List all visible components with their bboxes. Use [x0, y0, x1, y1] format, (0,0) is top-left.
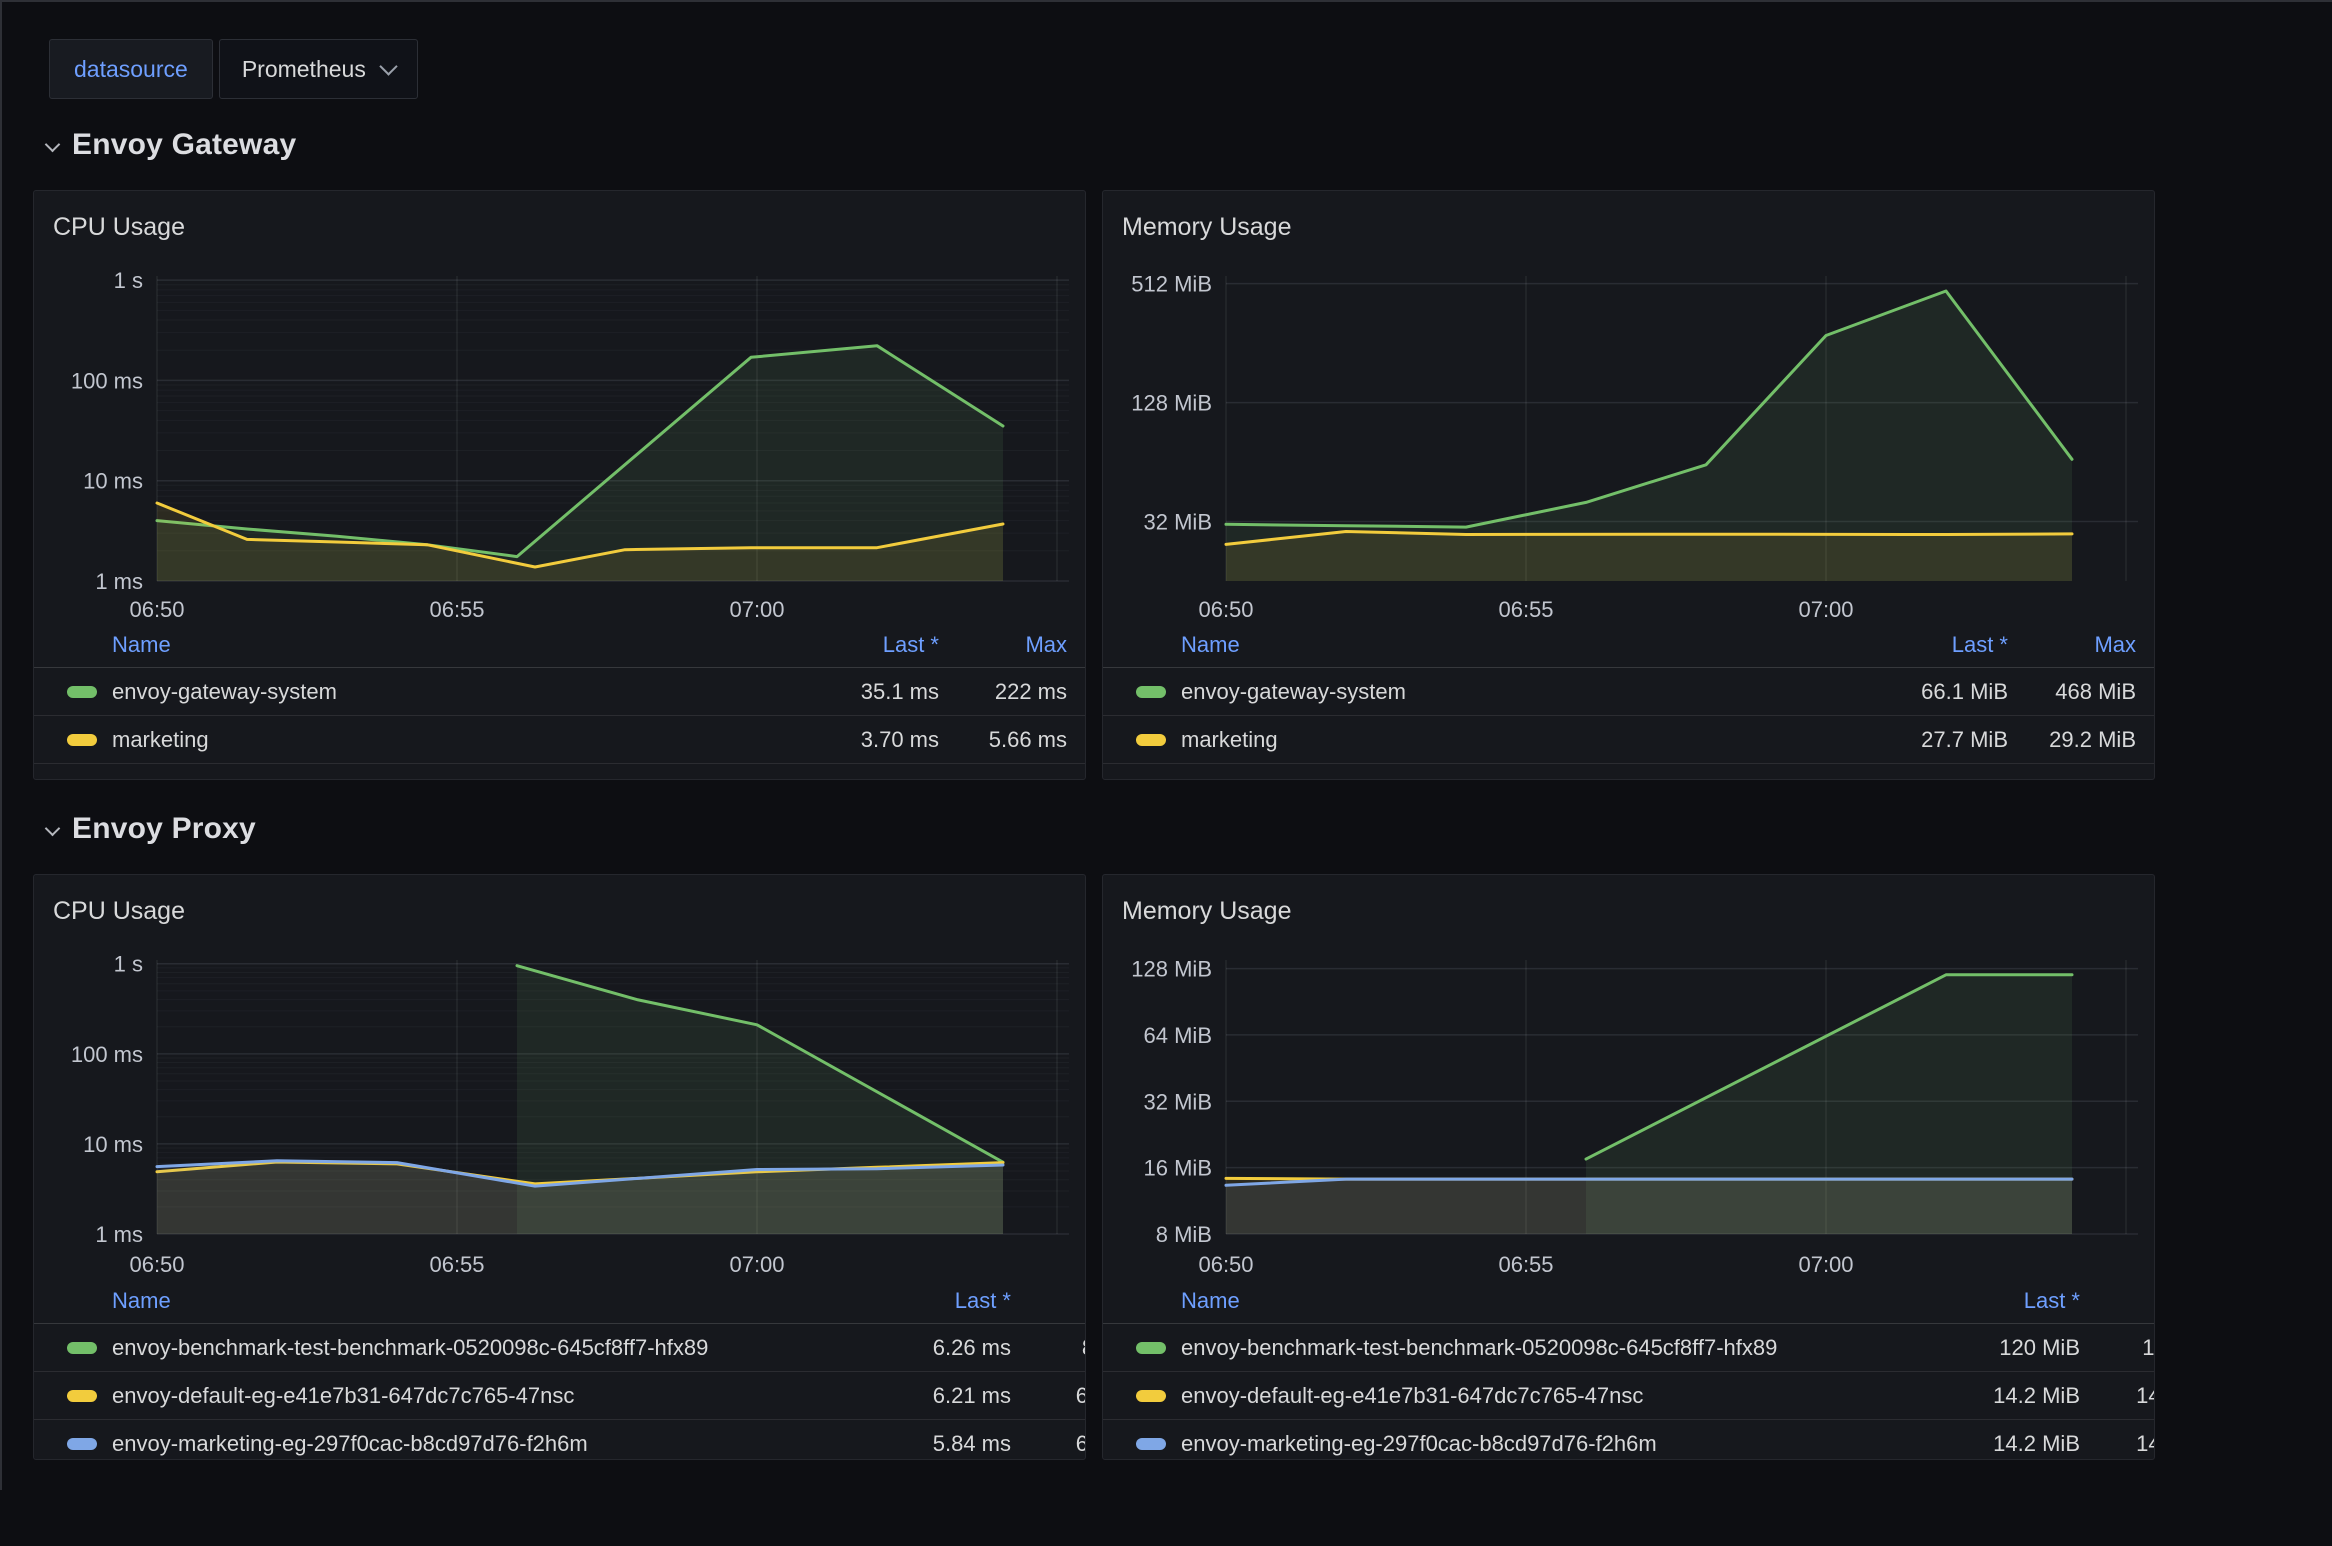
collapse-chevron-icon: [45, 820, 61, 836]
y-axis-tick-label: 128 MiB: [1131, 957, 1212, 982]
series-max-value: 5.66 ms: [34, 727, 1067, 753]
x-axis-tick-label: 07:00: [1798, 597, 1853, 622]
datasource-picker[interactable]: Prometheus: [219, 39, 418, 99]
legend-row: envoy-default-eg-e41e7b31-647dc7c765-47n…: [34, 1372, 1086, 1420]
legend-row: marketing3.70 ms5.66 ms: [34, 716, 1086, 764]
panel-title[interactable]: CPU Usage: [53, 213, 185, 242]
series-max-value: 120 MiB: [1103, 1335, 2155, 1361]
x-axis-tick-label: 06:55: [429, 1252, 484, 1277]
chevron-down-icon: [379, 57, 397, 75]
legend-header: NameLast *Max: [34, 623, 1086, 668]
panel-title[interactable]: Memory Usage: [1122, 897, 1292, 926]
series-max-value: 860 ms: [34, 1335, 1086, 1361]
y-axis-tick-label: 1 ms: [95, 569, 143, 594]
legend: NameLast *Maxenvoy-gateway-system35.1 ms…: [34, 623, 1086, 764]
legend-row: envoy-benchmark-test-benchmark-0520098c-…: [34, 1324, 1086, 1372]
legend: NameLast *Maxenvoy-benchmark-test-benchm…: [1103, 1279, 2155, 1460]
x-axis-tick-label: 06:50: [129, 597, 184, 622]
series-max-value: 468 MiB: [1103, 679, 2136, 705]
section-title: Envoy Gateway: [72, 128, 296, 162]
y-axis-tick-label: 100 ms: [71, 368, 143, 393]
panel-proxy-cpu-usage: 06:50 06:55 07:00 1 ms 10 ms 100 ms 1 s CPU Us…: [33, 874, 1086, 1460]
y-axis-tick-label: 512 MiB: [1131, 272, 1212, 297]
y-axis-tick-label: 10 ms: [83, 469, 143, 494]
section-header-envoy-proxy[interactable]: Envoy Proxy: [47, 812, 256, 846]
legend-header: NameLast *Max: [1103, 623, 2155, 668]
legend-row: marketing27.7 MiB29.2 MiB: [1103, 716, 2155, 764]
collapse-chevron-icon: [45, 136, 61, 152]
x-axis-tick-label: 06:50: [1198, 1252, 1253, 1277]
series-area-yellow: [1226, 532, 2072, 582]
legend-row: envoy-marketing-eg-297f0cac-b8cd97d76-f2…: [1103, 1420, 2155, 1460]
x-axis-tick-label: 06:50: [1198, 597, 1253, 622]
y-axis-tick-label: 64 MiB: [1144, 1023, 1212, 1048]
series-area-blue: [1226, 1179, 2072, 1234]
y-axis-tick-label: 10 ms: [83, 1132, 143, 1157]
series-max-value: 222 ms: [34, 679, 1067, 705]
legend-header: NameLast *Max: [34, 1279, 1086, 1324]
x-axis-tick-label: 06:55: [1498, 1252, 1553, 1277]
x-axis-tick-label: 06:55: [429, 597, 484, 622]
panel-title[interactable]: Memory Usage: [1122, 213, 1292, 242]
y-axis-tick-label: 8 MiB: [1156, 1222, 1212, 1247]
y-axis-tick-label: 100 ms: [71, 1042, 143, 1067]
y-axis-tick-label: 32 MiB: [1144, 1089, 1212, 1114]
section-header-envoy-gateway[interactable]: Envoy Gateway: [47, 128, 296, 162]
series-max-value: 6.27 ms: [34, 1383, 1086, 1409]
legend-row: envoy-gateway-system35.1 ms222 ms: [34, 668, 1086, 716]
x-axis-tick-label: 07:00: [729, 597, 784, 622]
legend-col-max[interactable]: Max: [34, 632, 1067, 658]
x-axis-tick-label: 06:50: [129, 1252, 184, 1277]
series-max-value: 14.2 MiB: [1103, 1383, 2155, 1409]
panel-gateway-memory-usage: 06:50 06:55 07:00 32 MiB 128 MiB 512 MiB Memo…: [1102, 190, 2155, 780]
legend-col-max[interactable]: Max: [1103, 632, 2136, 658]
legend-col-max[interactable]: Max: [34, 1288, 1086, 1314]
legend-row: envoy-marketing-eg-297f0cac-b8cd97d76-f2…: [34, 1420, 1086, 1460]
series-max-value: 29.2 MiB: [1103, 727, 2136, 753]
legend: NameLast *Maxenvoy-gateway-system66.1 Mi…: [1103, 623, 2155, 764]
panel-proxy-memory-usage: 06:50 06:55 07:00 8 MiB 16 MiB 32 MiB 64 MiB 12…: [1102, 874, 2155, 1460]
y-axis-tick-label: 1 s: [114, 268, 143, 293]
series-max-value: 6.32 ms: [34, 1431, 1086, 1457]
panel-title[interactable]: CPU Usage: [53, 897, 185, 926]
legend: NameLast *Maxenvoy-benchmark-test-benchm…: [34, 1279, 1086, 1460]
section-title: Envoy Proxy: [72, 812, 256, 846]
series-max-value: 14.2 MiB: [1103, 1431, 2155, 1457]
legend-row: envoy-default-eg-e41e7b31-647dc7c765-47n…: [1103, 1372, 2155, 1420]
legend-row: envoy-benchmark-test-benchmark-0520098c-…: [1103, 1324, 2155, 1372]
variable-label-datasource: datasource: [49, 39, 213, 99]
variable-bar: datasource Prometheus: [49, 39, 418, 99]
y-axis-tick-label: 1 s: [114, 952, 143, 977]
x-axis-tick-label: 07:00: [1798, 1252, 1853, 1277]
y-axis-tick-label: 32 MiB: [1144, 510, 1212, 535]
grafana-dashboard: datasource Prometheus Envoy Gateway 06:5…: [0, 0, 2332, 1546]
legend-header: NameLast *Max: [1103, 1279, 2155, 1324]
x-axis-tick-label: 07:00: [729, 1252, 784, 1277]
x-axis-tick-label: 06:55: [1498, 597, 1553, 622]
legend-col-max[interactable]: Max: [1103, 1288, 2155, 1314]
y-axis-tick-label: 1 ms: [95, 1222, 143, 1247]
datasource-picker-value: Prometheus: [242, 56, 366, 83]
legend-row: envoy-gateway-system66.1 MiB468 MiB: [1103, 668, 2155, 716]
panel-gateway-cpu-usage: 06:50 06:55 07:00 1 ms 10 ms 100 ms 1 s CPU Us…: [33, 190, 1086, 780]
y-axis-tick-label: 16 MiB: [1144, 1156, 1212, 1181]
y-axis-tick-label: 128 MiB: [1131, 391, 1212, 416]
